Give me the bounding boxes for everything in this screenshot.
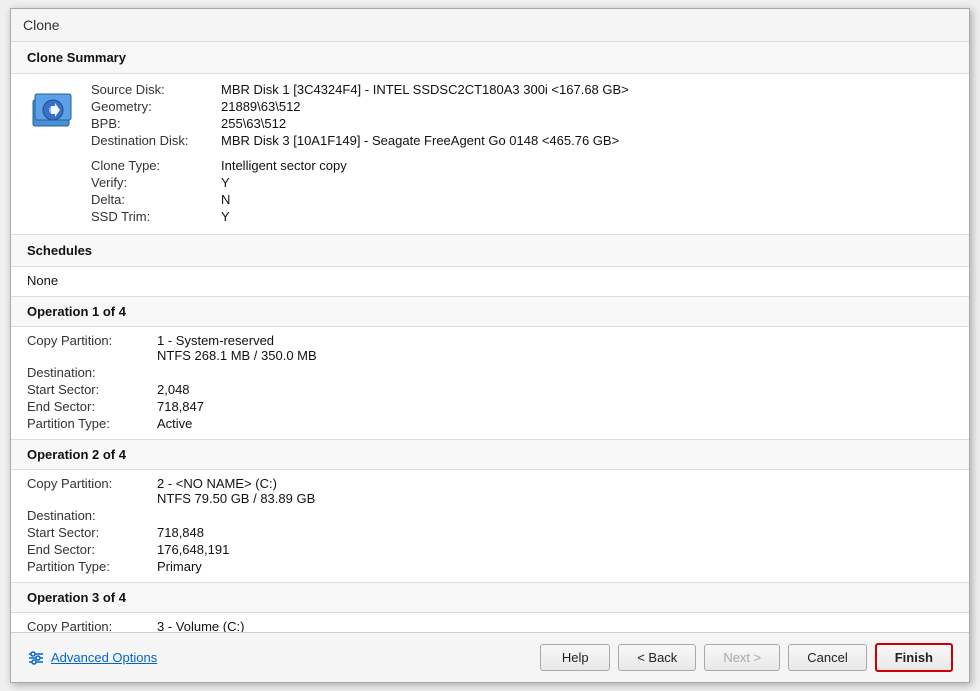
cancel-button[interactable]: Cancel: [788, 644, 866, 671]
op1-destination-label: Destination:: [27, 365, 157, 380]
clone-window: Clone Clone Summary: [10, 8, 970, 683]
bpb-label: BPB:: [91, 116, 221, 131]
op2-start-sector-label: Start Sector:: [27, 525, 157, 540]
content-area: Clone Summary: [11, 42, 969, 632]
clone-details: Source Disk: MBR Disk 1 [3C4324F4] - INT…: [11, 74, 969, 234]
clone-type-value: Intelligent sector copy: [221, 158, 953, 173]
footer-buttons: Help < Back Next > Cancel Finish: [540, 643, 953, 672]
scroll-area[interactable]: Clone Summary: [11, 42, 969, 632]
op1-partition-type-label: Partition Type:: [27, 416, 157, 431]
op2-destination-value: [157, 508, 953, 523]
geometry-value: 21889\63\512: [221, 99, 953, 114]
op1-copy-partition-label: Copy Partition:: [27, 333, 157, 363]
finish-button[interactable]: Finish: [875, 643, 953, 672]
clone-summary-header: Clone Summary: [11, 42, 969, 74]
clone-type-label: Clone Type:: [91, 158, 221, 173]
schedule-value: None: [11, 267, 969, 296]
schedules-header: Schedules: [11, 235, 969, 267]
op2-copy-partition-label: Copy Partition:: [27, 476, 157, 506]
clone-extra-info: Clone Type: Intelligent sector copy Veri…: [91, 158, 953, 224]
verify-value: Y: [221, 175, 953, 190]
operation2-header: Operation 2 of 4: [11, 440, 969, 470]
op1-start-sector-value: 2,048: [157, 382, 953, 397]
ssd-trim-value: Y: [221, 209, 953, 224]
op1-end-sector-label: End Sector:: [27, 399, 157, 414]
clone-disk-icon: [29, 86, 77, 134]
source-disk-value: MBR Disk 1 [3C4324F4] - INTEL SSDSC2CT18…: [221, 82, 953, 97]
op1-destination-value: [157, 365, 953, 380]
disk-icon-container: [27, 84, 79, 136]
ssd-trim-label: SSD Trim:: [91, 209, 221, 224]
op1-partition-type-value: Active: [157, 416, 953, 431]
operation2-section: Operation 2 of 4 Copy Partition: 2 - <NO…: [11, 440, 969, 583]
op2-end-sector-value: 176,648,191: [157, 542, 953, 557]
source-info-table: Source Disk: MBR Disk 1 [3C4324F4] - INT…: [91, 82, 953, 148]
op2-partition-type-value: Primary: [157, 559, 953, 574]
operation2-content: Copy Partition: 2 - <NO NAME> (C:) NTFS …: [11, 470, 969, 582]
op1-start-sector-label: Start Sector:: [27, 382, 157, 397]
clone-summary-section: Clone Summary: [11, 42, 969, 235]
op2-destination-label: Destination:: [27, 508, 157, 523]
operation3-header: Operation 3 of 4: [11, 583, 969, 613]
back-button[interactable]: < Back: [618, 644, 696, 671]
bpb-value: 255\63\512: [221, 116, 953, 131]
op1-copy-partition-value: 1 - System-reserved NTFS 268.1 MB / 350.…: [157, 333, 953, 363]
help-button[interactable]: Help: [540, 644, 610, 671]
operation1-content: Copy Partition: 1 - System-reserved NTFS…: [11, 327, 969, 439]
destination-disk-label: Destination Disk:: [91, 133, 221, 148]
op3-copy-partition-value: 3 - Volume (C:): [157, 619, 953, 632]
op2-end-sector-label: End Sector:: [27, 542, 157, 557]
operation1-header: Operation 1 of 4: [11, 297, 969, 327]
op2-partition-type-label: Partition Type:: [27, 559, 157, 574]
operation3-section: Operation 3 of 4 Copy Partition: 3 - Vol…: [11, 583, 969, 632]
schedules-section: Schedules None: [11, 235, 969, 297]
op2-copy-partition-value: 2 - <NO NAME> (C:) NTFS 79.50 GB / 83.89…: [157, 476, 953, 506]
operation1-section: Operation 1 of 4 Copy Partition: 1 - Sys…: [11, 297, 969, 440]
destination-disk-value: MBR Disk 3 [10A1F149] - Seagate FreeAgen…: [221, 133, 953, 148]
op2-start-sector-value: 718,848: [157, 525, 953, 540]
op1-end-sector-value: 718,847: [157, 399, 953, 414]
advanced-options-icon: [27, 649, 45, 667]
advanced-options-label: Advanced Options: [51, 650, 157, 665]
clone-info: Source Disk: MBR Disk 1 [3C4324F4] - INT…: [91, 82, 953, 224]
operation3-content: Copy Partition: 3 - Volume (C:): [11, 613, 969, 632]
footer: Advanced Options Help < Back Next > Canc…: [11, 632, 969, 682]
advanced-options-link[interactable]: Advanced Options: [27, 649, 157, 667]
main-content: Clone Summary: [11, 42, 969, 632]
delta-value: N: [221, 192, 953, 207]
op3-copy-partition-label: Copy Partition:: [27, 619, 157, 632]
next-button[interactable]: Next >: [704, 644, 780, 671]
source-disk-label: Source Disk:: [91, 82, 221, 97]
window-title: Clone: [23, 17, 60, 33]
delta-label: Delta:: [91, 192, 221, 207]
geometry-label: Geometry:: [91, 99, 221, 114]
title-bar: Clone: [11, 9, 969, 42]
verify-label: Verify:: [91, 175, 221, 190]
